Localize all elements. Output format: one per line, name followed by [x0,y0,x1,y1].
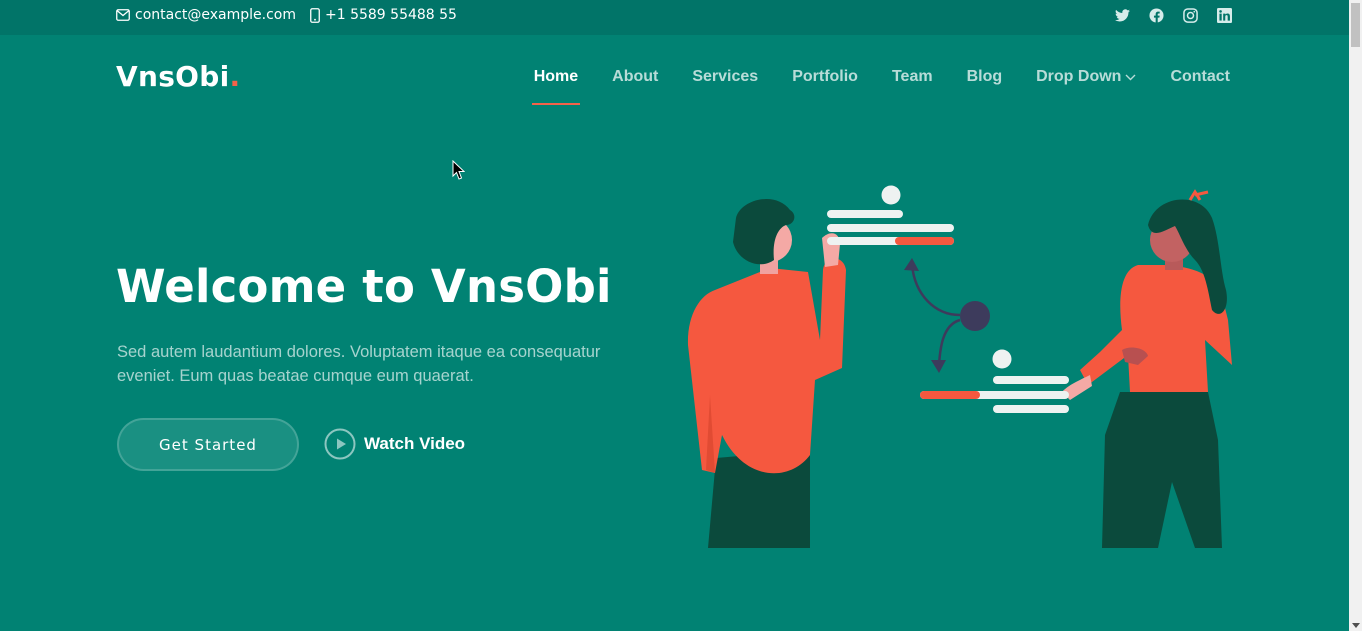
nav-blog[interactable]: Blog [967,68,1003,86]
nav-team-label: Team [891,68,933,85]
exchange-arrows [904,258,990,373]
chevron-down-icon [1125,74,1136,80]
nav-home[interactable]: Home [531,68,581,105]
logo-text: VnsObi [116,60,230,93]
site-logo[interactable]: VnsObi. [116,60,240,93]
upper-info-card [827,185,954,245]
nav-dropdown[interactable]: Drop Down [1036,68,1136,86]
instagram-icon[interactable] [1181,6,1199,24]
nav-about-label: About [612,68,659,85]
main-nav: Home About Services Portfolio Team Blog … [500,68,1230,105]
nav-about[interactable]: About [612,68,658,86]
scrollbar-thumb[interactable] [1351,3,1360,47]
nav-team[interactable]: Team [892,68,933,86]
nav-dropdown-label: Drop Down [1036,68,1122,85]
nav-services[interactable]: Services [692,68,758,86]
nav-contact-label: Contact [1170,68,1230,85]
topbar-phone[interactable]: +1 5589 55488 55 [310,0,457,30]
hero-title: Welcome to VnsObi [116,260,612,313]
twitter-icon[interactable] [1113,6,1131,24]
facebook-icon[interactable] [1147,6,1165,24]
mouse-cursor-icon [452,160,465,180]
phone-icon [310,7,320,23]
envelope-icon [116,9,130,21]
hero-description: Sed autem laudantium dolores. Voluptatem… [117,343,601,385]
nav-contact[interactable]: Contact [1170,68,1230,86]
vertical-scrollbar[interactable] [1349,0,1362,631]
topbar-email-text: contact@example.com [135,7,296,23]
get-started-button[interactable]: Get Started [117,418,299,471]
nav-blog-label: Blog [966,68,1003,85]
topbar: contact@example.com +1 5589 55488 55 [0,0,1349,35]
nav-home-label: Home [533,68,579,85]
man-figure [687,198,846,548]
topbar-phone-text: +1 5589 55488 55 [325,7,457,23]
watch-video-button[interactable]: Watch Video [324,428,465,460]
social-links [1113,6,1233,24]
watch-video-label: Watch Video [364,434,466,453]
hero-illustration [687,185,1232,548]
get-started-label: Get Started [159,435,257,454]
woman-figure [1062,189,1232,548]
linkedin-icon[interactable] [1215,6,1233,24]
nav-portfolio-label: Portfolio [792,68,858,85]
nav-services-label: Services [692,68,759,85]
topbar-email[interactable]: contact@example.com [116,0,296,30]
play-icon [324,428,356,460]
lower-info-card [920,349,1069,413]
scroll-down-icon[interactable] [1352,623,1360,628]
logo-dot: . [229,60,241,93]
nav-portfolio[interactable]: Portfolio [792,68,858,86]
